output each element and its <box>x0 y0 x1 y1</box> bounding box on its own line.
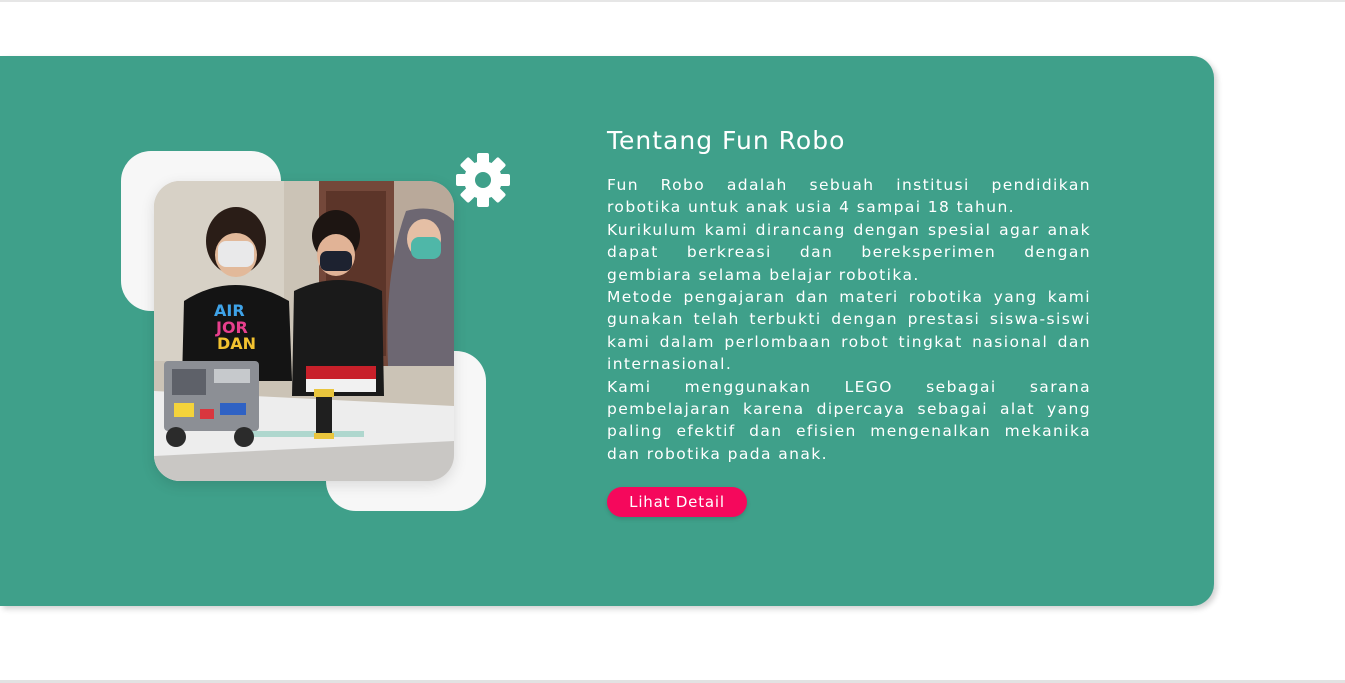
description-paragraph: Kami menggunakan LEGO sebagai sarana pem… <box>607 377 1091 463</box>
description-paragraph: Kurikulum kami dirancang dengan spesial … <box>607 220 1091 284</box>
section-title: Tentang Fun Robo <box>607 126 846 155</box>
description-paragraph: Metode pengajaran dan materi robotika ya… <box>607 288 1091 374</box>
children-with-robot-photo: AIR JOR DAN <box>154 181 454 481</box>
description-paragraph: Fun Robo adalah sebuah institusi pendidi… <box>607 176 1091 217</box>
view-detail-button[interactable]: Lihat Detail <box>607 487 747 517</box>
about-description: Fun Robo adalah sebuah institusi pendidi… <box>607 174 1091 465</box>
gear-icon <box>454 151 512 209</box>
svg-text:DAN: DAN <box>217 334 256 353</box>
about-section: AIR JOR DAN Tentang Fun Robo Fun Robo ad… <box>0 56 1214 606</box>
top-divider <box>0 0 1345 2</box>
